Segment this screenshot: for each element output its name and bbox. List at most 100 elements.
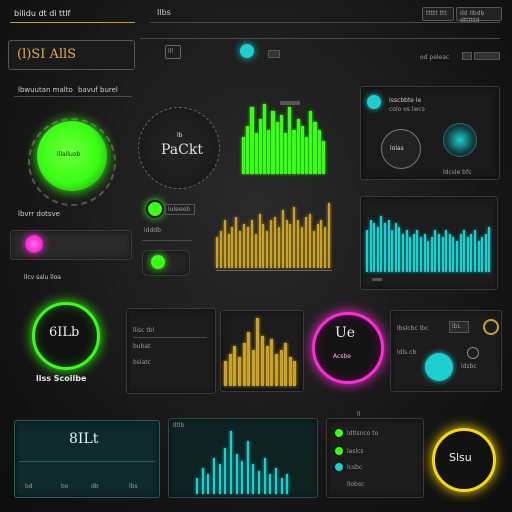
header-button-2-label: dd ilbdb dtttttd [460,10,485,24]
chart-0-bar-1 [246,125,250,174]
info-teal-dot[interactable] [367,95,381,109]
chart-0-bar-2 [250,107,254,174]
green-gauge[interactable]: lllalluob [37,121,107,191]
chart-4-bar-8 [241,461,244,494]
green-gauge-label: lllalluob [57,151,81,158]
chart-1-bar-17 [281,210,284,268]
bottom-nav-3[interactable]: db [91,483,99,490]
chart-1-bar-7 [243,223,246,268]
mini-list-divider-1 [133,337,207,338]
chart-0-bar-9 [279,114,283,174]
dial[interactable]: lb PaCkt [138,107,220,189]
chart-2-bar-32 [481,237,484,272]
teal-list-row-3[interactable]: ldsbc [461,363,477,370]
bottom-chart-title: Iltlb [173,422,185,429]
chart-1-bar-28 [324,227,327,268]
info-line-1: Isscbbte le [389,97,422,104]
toolbar-sq-3[interactable] [474,52,500,60]
chart-1-bar-8 [246,227,249,268]
chart-0-bar-8 [275,122,279,174]
chart-2-bar-9 [398,226,401,272]
chart-4-bar-2 [207,474,210,494]
dial-label: PaCkt [161,142,203,158]
left-green-ring[interactable]: 6ILb [32,302,100,370]
bottom-divider [19,461,155,462]
magenta-ring-sub: Acsbe [333,353,351,360]
green-bar-chart [242,100,326,174]
toolbar-right-label: od peleac [420,54,450,61]
mini-list-row-2[interactable]: bubat [133,343,150,350]
teal-list-row-1[interactable]: lbslcbc lbc [397,325,428,332]
magenta-toggle-knob[interactable] [25,235,43,253]
mini-list-row-3[interactable]: bslatc [133,359,151,366]
chart-1-bar-20 [293,206,296,268]
mid-tag-2[interactable]: ldddb [142,226,170,235]
amber-ring-icon[interactable] [483,319,499,335]
toolbar-sq-1[interactable] [268,50,280,58]
bottom-nav-4[interactable]: lbs [129,483,138,490]
chart-3-bar-2 [233,346,237,386]
bottom-nav-2[interactable]: bo [61,483,68,490]
magenta-ring-label: Ue [335,325,356,341]
chart-4-bar-11 [258,470,261,494]
chart-3-bar-12 [279,350,283,386]
toolbar-sq-2[interactable] [462,52,472,60]
chart-4-bar-5 [224,447,227,494]
mid-divider [142,240,192,241]
bottom-nav-1[interactable]: bd [25,483,33,490]
green-toggle-knob[interactable] [151,255,165,269]
amber-bar-chart-2 [224,314,298,386]
chart-4-bar-16 [286,474,289,494]
chart-1-bar-26 [316,223,319,268]
header-button-2[interactable]: dd ilbdb dtttttd [456,7,502,24]
chart-1-bar-19 [289,223,292,268]
mini-list-row-1[interactable]: llisc tbl [133,327,154,334]
chart-2-bar-24 [452,237,455,272]
magenta-ring[interactable]: Ue Acsbe [312,312,384,384]
small-ring-icon[interactable] [467,347,479,359]
teal-list-row-2[interactable]: ldls cb [397,349,416,356]
chart-1-bar-27 [320,220,323,268]
list-dot-3[interactable] [335,463,343,471]
amber-bar-chart [216,200,332,268]
chart-3-bar-11 [274,353,278,386]
chart-1-bar-29 [328,203,331,268]
chart-0-bar-3 [254,133,258,174]
mid-tag-1[interactable]: luleeeb [165,204,195,215]
dial-small-label: lb [177,132,183,139]
chart-1-bar-16 [277,227,280,268]
mid-tag-2-label: ldddb [144,227,161,234]
bottom-list-row-1[interactable]: ldtlsnco to [347,430,378,437]
teal-orb[interactable] [425,353,453,381]
green-toggle[interactable] [142,250,190,276]
chart-2-bar-21 [441,237,444,272]
chart-1-bar-18 [285,220,288,268]
info-badge[interactable]: lolas [381,129,421,169]
chart-3-bar-13 [284,342,288,386]
list-dot-2[interactable] [335,447,343,455]
teal-status-icon[interactable] [240,44,254,58]
chart-0-bar-11 [288,107,292,174]
chart-4-bar-0 [196,477,198,494]
green-status-dot-1[interactable] [146,200,164,218]
yellow-ring[interactable]: Slsu [432,428,496,492]
bottom-list-panel: ll ldtlsnco to laslcs lcsbc llobsc [326,411,424,498]
chart-2-bar-13 [412,233,415,272]
teal-list-badge[interactable]: lbL [449,321,469,333]
list-dot-1[interactable] [335,429,343,437]
chart-2-bar-27 [463,230,466,272]
info-card: Isscbbte le colo os lwcs lolas ldcsle bf… [360,86,500,180]
toolbar-item-icon[interactable]: lll [165,45,181,59]
bottom-list-row-4[interactable]: llobsc [347,481,364,488]
toggle-bar[interactable] [10,230,132,260]
header-button-1[interactable]: ttttt ttt [422,7,454,21]
chart-4-bar-14 [275,467,278,494]
chart-2-bar-30 [474,230,476,272]
section-header-left-2: bavuf burel [78,86,118,94]
chart-3-bar-0 [224,360,227,386]
chart-1-bar-1 [219,230,222,268]
bottom-big-label: 8ILt [69,431,99,447]
bottom-list-row-2[interactable]: laslcs [347,448,364,455]
info-icon[interactable] [443,123,477,157]
bottom-list-row-3[interactable]: lcsbc [347,464,362,471]
